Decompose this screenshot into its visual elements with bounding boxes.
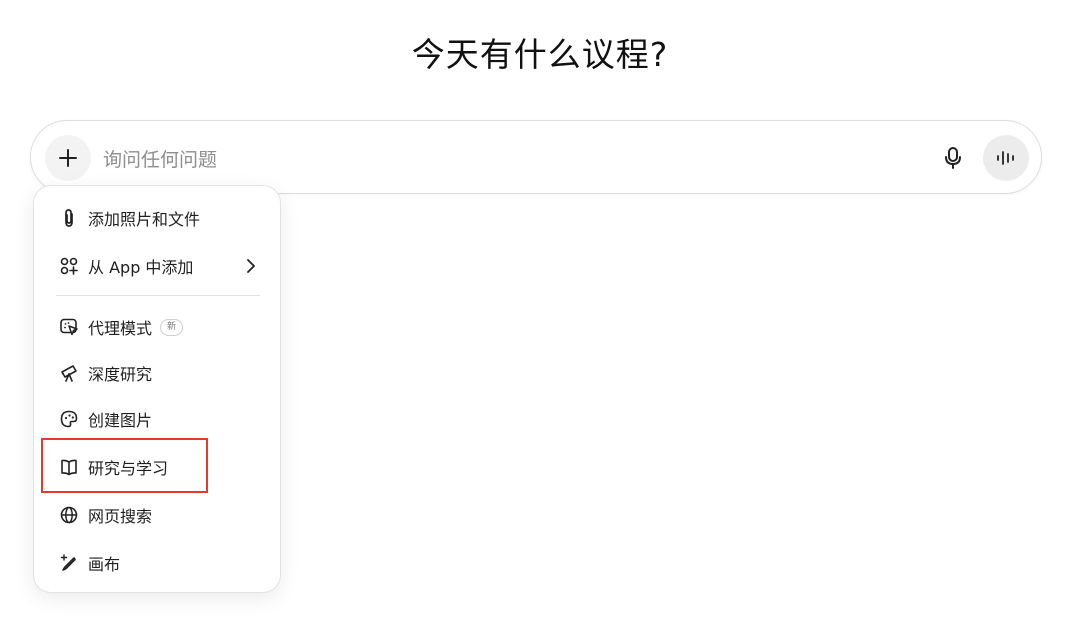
pen-sparkle-icon bbox=[58, 552, 80, 574]
palette-icon bbox=[58, 408, 80, 430]
menu-item-label: 深度研究 bbox=[88, 365, 153, 384]
plus-icon bbox=[57, 147, 79, 169]
prompt-composer[interactable]: 询问任何问题 bbox=[30, 120, 1042, 194]
menu-item-web-search[interactable]: 网页搜索 bbox=[44, 496, 270, 534]
add-attachment-button[interactable] bbox=[45, 135, 91, 181]
menu-item-add-files[interactable]: 添加照片和文件 bbox=[44, 199, 270, 237]
menu-item-study-and-learn[interactable]: 研究与学习 bbox=[44, 448, 270, 486]
menu-item-create-image[interactable]: 创建图片 bbox=[44, 400, 270, 438]
menu-item-label: 从 App 中添加 bbox=[88, 258, 194, 277]
voice-mode-button[interactable] bbox=[983, 135, 1029, 181]
menu-item-label: 画布 bbox=[88, 555, 121, 574]
menu-item-label: 创建图片 bbox=[88, 411, 153, 430]
new-badge: 新 bbox=[160, 318, 184, 336]
attachment-menu: 添加照片和文件 从 App 中添加 代理模式 新 深度研究 创建图片 研究与学习… bbox=[33, 185, 281, 593]
menu-item-deep-research[interactable]: 深度研究 bbox=[44, 354, 270, 392]
voice-waveform-icon bbox=[995, 149, 1017, 167]
page: 今天有什么议程? 询问任何问题 添加照片和文件 从 App 中添加 代理模式 新… bbox=[0, 0, 1080, 630]
microphone-icon bbox=[944, 146, 962, 170]
menu-divider bbox=[56, 295, 260, 296]
menu-item-label: 网页搜索 bbox=[88, 507, 153, 526]
agent-cursor-icon bbox=[58, 316, 80, 338]
dictate-button[interactable] bbox=[937, 141, 969, 175]
menu-item-label: 代理模式 bbox=[88, 319, 153, 338]
menu-item-label: 添加照片和文件 bbox=[88, 210, 201, 229]
menu-item-add-from-apps[interactable]: 从 App 中添加 bbox=[44, 247, 270, 285]
menu-item-agent-mode[interactable]: 代理模式 新 bbox=[44, 308, 270, 346]
menu-item-label: 研究与学习 bbox=[88, 459, 169, 478]
apps-icon bbox=[58, 255, 80, 277]
book-icon bbox=[58, 456, 80, 478]
page-title: 今天有什么议程? bbox=[411, 35, 669, 74]
menu-item-canvas[interactable]: 画布 bbox=[44, 544, 270, 582]
prompt-input[interactable]: 询问任何问题 bbox=[103, 145, 217, 172]
telescope-icon bbox=[58, 362, 80, 384]
globe-icon bbox=[58, 504, 80, 526]
chevron-right-icon bbox=[242, 256, 260, 276]
paperclip-icon bbox=[58, 207, 80, 229]
